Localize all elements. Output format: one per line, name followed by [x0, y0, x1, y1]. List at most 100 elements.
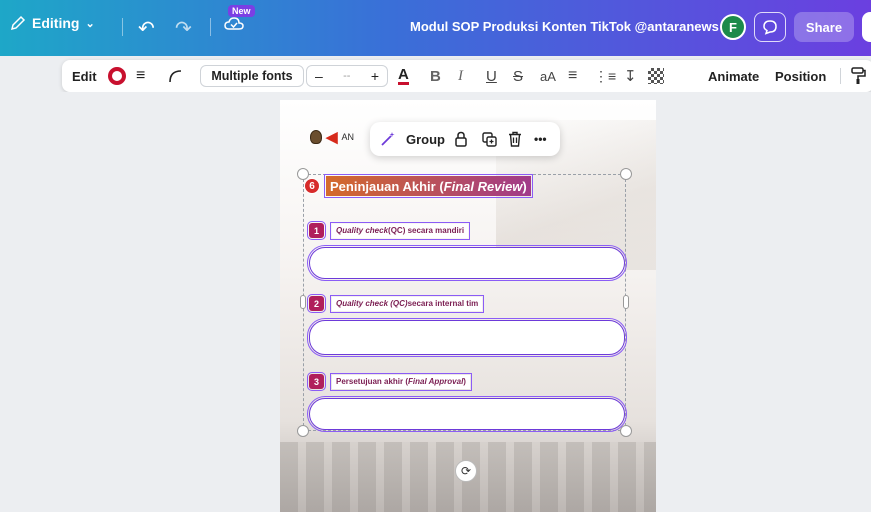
heading-text[interactable]: Peninjauan Akhir (Final Review)	[324, 174, 533, 198]
item-label[interactable]: Quality check (QC) secara mandiri	[329, 221, 471, 240]
corner-rounding-button[interactable]	[168, 60, 182, 92]
item-label-italic: Quality check	[336, 226, 389, 235]
new-badge: New	[228, 5, 255, 17]
antara-logo[interactable]: ◀ AN	[310, 128, 354, 146]
paint-roller-icon	[851, 67, 866, 84]
magic-wand-icon	[381, 132, 395, 146]
text-toolbar: Edit ≡ Multiple fonts – -- + A B I U S a…	[62, 60, 871, 92]
resize-handle-bottom-left[interactable]	[297, 425, 309, 437]
bold-button[interactable]: B	[430, 60, 441, 92]
seal-icon	[310, 130, 322, 144]
resize-handle-left[interactable]	[300, 295, 306, 309]
list-item[interactable]: 1 Quality check (QC) secara mandiri	[307, 221, 471, 240]
text-color-letter: A	[398, 65, 409, 85]
trash-icon	[509, 131, 521, 147]
text-color-button[interactable]: A	[398, 60, 409, 92]
chevron-down-icon: ⌄	[85, 17, 95, 30]
resize-handle-top-right[interactable]	[620, 168, 632, 180]
font-family-dropdown[interactable]: Multiple fonts	[200, 65, 304, 87]
share-button[interactable]: Share	[794, 12, 854, 42]
redo-button[interactable]: ↷	[175, 16, 192, 41]
corner-rounding-icon	[169, 70, 182, 83]
list-icon: ⋮≡	[594, 67, 617, 84]
duplicate-icon	[482, 131, 497, 147]
lock-button[interactable]	[454, 122, 468, 156]
color-circle-icon	[108, 67, 126, 85]
arrow-logo-icon: ◀	[326, 129, 338, 146]
underline-button[interactable]: U	[486, 60, 497, 92]
comment-icon	[763, 20, 777, 35]
divider	[840, 68, 841, 84]
editing-mode-dropdown[interactable]: Editing ⌄	[10, 15, 95, 31]
list-button[interactable]: ⋮≡	[594, 60, 616, 92]
item-number-badge: 1	[307, 221, 326, 240]
overflow-button[interactable]	[862, 12, 871, 42]
italic-button[interactable]: I	[458, 60, 463, 92]
color-fill-button[interactable]	[108, 60, 126, 92]
redo-icon: ↷	[175, 18, 192, 40]
item-label[interactable]: Quality check (QC) secara internal tim	[329, 294, 485, 313]
resize-handle-bottom-right[interactable]	[620, 425, 632, 437]
border-lines-icon: ≡	[136, 67, 146, 84]
avatar[interactable]: F	[720, 14, 746, 40]
document-title[interactable]: Modul SOP Produksi Konten TikTok @antara…	[410, 19, 719, 34]
heading-number-badge: 6	[304, 178, 320, 194]
border-style-button[interactable]: ≡	[136, 60, 145, 92]
text-input-pill[interactable]	[307, 318, 627, 357]
position-button[interactable]: Position	[775, 60, 826, 92]
text-input-pill[interactable]	[307, 245, 627, 281]
heading-text-main: Peninjauan Akhir (	[330, 178, 444, 194]
rotate-icon: ⟳	[460, 464, 472, 478]
magic-edit-button[interactable]	[380, 122, 396, 156]
lock-icon	[455, 131, 467, 147]
duplicate-button[interactable]	[482, 122, 497, 156]
item-label-rest: secara internal tim	[407, 299, 479, 308]
letter-case-button[interactable]: aA	[540, 60, 556, 92]
delete-button[interactable]	[508, 122, 522, 156]
heading-text-italic: Final Review	[443, 178, 523, 194]
list-item[interactable]: 3 Persetujuan akhir (Final Approval)	[307, 372, 472, 391]
transparency-checker-icon	[648, 68, 664, 84]
more-options-button[interactable]: •••	[534, 122, 547, 156]
font-size-value[interactable]: --	[343, 70, 350, 82]
top-bar: Editing ⌄ ↶ ↷ New Modul SOP Produksi Kon…	[0, 0, 871, 56]
item-label-plain: Persetujuan akhir (	[336, 377, 409, 386]
decrease-size-button[interactable]: –	[315, 68, 323, 84]
text-spacing-icon: ↧	[624, 68, 637, 85]
section-heading[interactable]: 6 Peninjauan Akhir (Final Review)	[304, 174, 533, 198]
increase-size-button[interactable]: +	[371, 68, 379, 84]
text-input-pill[interactable]	[307, 396, 627, 432]
align-button[interactable]: ≡	[568, 60, 577, 92]
item-label-rest: (QC) secara mandiri	[388, 226, 465, 235]
list-item[interactable]: 2 Quality check (QC) secara internal tim	[307, 294, 485, 313]
editing-label: Editing	[32, 15, 80, 31]
animate-button[interactable]: Animate	[708, 60, 759, 92]
pencil-icon	[10, 15, 26, 31]
undo-button[interactable]: ↶	[138, 16, 155, 41]
copy-style-button[interactable]	[850, 60, 866, 92]
heading-text-close: )	[522, 178, 527, 194]
cloud-check-icon	[224, 17, 244, 30]
divider	[122, 18, 123, 36]
undo-icon: ↶	[138, 18, 155, 40]
group-button[interactable]: Group	[406, 122, 445, 156]
item-number-badge: 2	[307, 294, 326, 313]
item-label[interactable]: Persetujuan akhir (Final Approval)	[330, 372, 472, 391]
edit-button[interactable]: Edit	[72, 60, 97, 92]
logo-text: AN	[341, 132, 355, 142]
strikethrough-button[interactable]: S	[513, 60, 523, 92]
font-size-stepper[interactable]: – -- +	[306, 65, 388, 87]
comment-button[interactable]	[754, 12, 786, 42]
item-number-badge: 3	[307, 372, 326, 391]
rotate-button[interactable]: ⟳	[455, 460, 477, 482]
cloud-save-button[interactable]	[224, 16, 244, 32]
item-label-close: )	[463, 377, 466, 386]
resize-handle-right[interactable]	[623, 295, 629, 309]
align-center-icon: ≡	[568, 67, 578, 84]
item-label-italic: Final Approval	[408, 377, 464, 386]
transparency-button[interactable]	[648, 60, 664, 92]
item-label-italic: Quality check (QC)	[336, 299, 408, 308]
spacing-button[interactable]: ↧	[624, 60, 637, 92]
divider	[210, 18, 211, 36]
floating-element-toolbar: Group •••	[370, 122, 560, 156]
